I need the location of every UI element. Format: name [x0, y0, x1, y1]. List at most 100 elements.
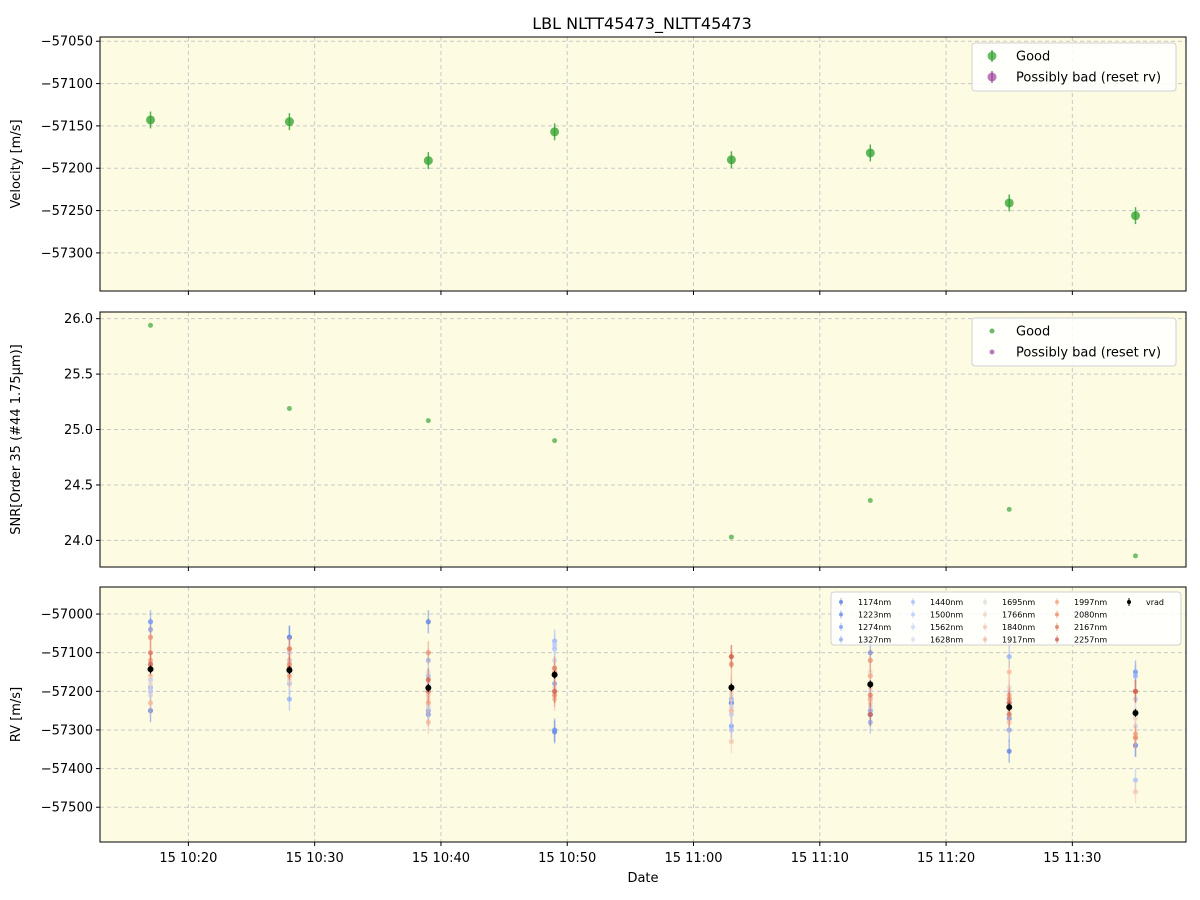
legend-label: 1500nm — [930, 611, 963, 620]
legend-marker — [839, 612, 843, 617]
y-tick-label: −57000 — [41, 608, 93, 623]
data-point — [147, 666, 154, 673]
data-point — [552, 727, 558, 733]
data-point — [1132, 688, 1139, 694]
data-point — [1132, 673, 1139, 679]
legend-marker — [911, 625, 915, 629]
data-point — [728, 684, 735, 691]
data-point — [147, 634, 154, 640]
data-point — [425, 650, 431, 656]
y-tick-label: −57200 — [41, 162, 93, 177]
data-point — [728, 534, 734, 540]
velocity-panel: −57300 −57250 −57200 −57150 −57100 −57050 Velo… — [9, 35, 1187, 295]
y-tick-label: −57300 — [41, 246, 93, 261]
x-tick-label: 15 10:20 — [159, 851, 217, 866]
y-tick-label: 25.5 — [64, 368, 93, 383]
data-point — [1006, 748, 1012, 754]
data-point — [1132, 709, 1139, 716]
rv-panel: −57500 −57400 −57300 −57200 −57100 −57000 15 1… — [9, 586, 1187, 886]
data-point — [425, 677, 431, 683]
data-point — [867, 692, 873, 698]
y-tick-label: −57100 — [41, 77, 93, 92]
legend-label: 1917nm — [1002, 636, 1035, 645]
data-point — [728, 708, 734, 714]
data-point — [726, 155, 736, 165]
legend-marker — [983, 600, 987, 604]
legend-marker — [1055, 612, 1059, 617]
legend-marker — [839, 637, 843, 642]
data-point — [867, 657, 873, 664]
data-point — [550, 127, 560, 137]
legend-label: 1840nm — [1002, 623, 1035, 632]
legend-marker — [989, 328, 995, 334]
x-tick-label: 15 11:00 — [664, 851, 722, 866]
data-point — [146, 115, 156, 125]
data-point — [425, 418, 431, 424]
legend-label: vrad — [1146, 598, 1164, 607]
legend-label: 1628nm — [930, 636, 963, 645]
data-point — [552, 665, 558, 671]
data-point — [552, 438, 558, 444]
y-tick-label: 25.0 — [64, 423, 93, 438]
data-point — [867, 681, 874, 688]
legend-label: 1274nm — [858, 623, 891, 632]
data-point — [1132, 735, 1139, 741]
data-point — [286, 646, 293, 652]
legend-label: 2167nm — [1074, 623, 1107, 632]
legend-label: 2257nm — [1074, 636, 1107, 645]
legend-marker — [1055, 625, 1059, 629]
legend-marker — [983, 637, 987, 642]
data-point — [423, 156, 433, 166]
legend-marker — [839, 600, 843, 604]
legend-label: 1766nm — [1002, 611, 1035, 620]
data-point — [1006, 704, 1013, 711]
legend-marker — [989, 349, 995, 355]
y-tick-label: −57250 — [41, 204, 93, 219]
data-point — [552, 642, 558, 648]
legend-label: 1223nm — [858, 611, 891, 620]
y-tick-label: −57500 — [41, 801, 93, 816]
figure: LBL NLTT45473_NLTT45473 −57300 −57250 −572… — [9, 14, 1187, 886]
y-tick-label: −57300 — [41, 723, 93, 738]
y-tick-label: 24.0 — [64, 534, 93, 549]
y-tick-label: −57150 — [41, 119, 93, 134]
data-point — [286, 405, 292, 411]
legend: Good Possibly bad (reset rv) — [971, 42, 1177, 92]
y-tick-label: −57400 — [41, 762, 93, 777]
y-axis-label: RV [m/s] — [9, 687, 24, 742]
legend-marker — [911, 600, 915, 604]
legend-label: 1327nm — [858, 636, 891, 645]
data-point — [1132, 789, 1139, 795]
legend-label: 2080nm — [1074, 611, 1107, 620]
legend-marker — [911, 637, 915, 642]
data-point — [425, 719, 431, 725]
legend-marker — [911, 612, 915, 617]
x-tick-label: 15 10:40 — [412, 851, 470, 866]
legend-label: Good — [1016, 50, 1050, 65]
data-point — [1130, 211, 1140, 221]
x-tick-label: 15 10:30 — [286, 851, 344, 866]
snr-panel: 24.0 24.5 25.0 25.5 26.0 SNR[Order 35 (#44 1.… — [9, 311, 1187, 571]
data-point — [1132, 553, 1138, 559]
x-axis-label: Date — [627, 871, 658, 886]
y-tick-label: −57200 — [41, 685, 93, 700]
data-point — [1006, 653, 1012, 660]
legend-label: 1174nm — [858, 598, 891, 607]
data-point — [867, 711, 873, 718]
legend-marker — [983, 612, 987, 617]
y-axis-label: SNR[Order 35 (#44 1.75μm)] — [9, 344, 24, 535]
data-point — [1004, 198, 1014, 208]
data-point — [867, 497, 873, 503]
legend-marker — [1055, 600, 1059, 604]
data-point — [286, 667, 293, 674]
x-tick-label: 15 10:50 — [538, 851, 596, 866]
legend: Good Possibly bad (reset rv) — [971, 317, 1177, 367]
legend-label: 1440nm — [930, 598, 963, 607]
data-point — [147, 700, 154, 706]
figure-title: LBL NLTT45473_NLTT45473 — [532, 14, 752, 34]
legend-label: 1562nm — [930, 623, 963, 632]
y-tick-label: 26.0 — [64, 312, 93, 327]
legend-marker — [987, 51, 997, 61]
legend-marker — [983, 625, 987, 629]
data-point — [552, 688, 558, 694]
